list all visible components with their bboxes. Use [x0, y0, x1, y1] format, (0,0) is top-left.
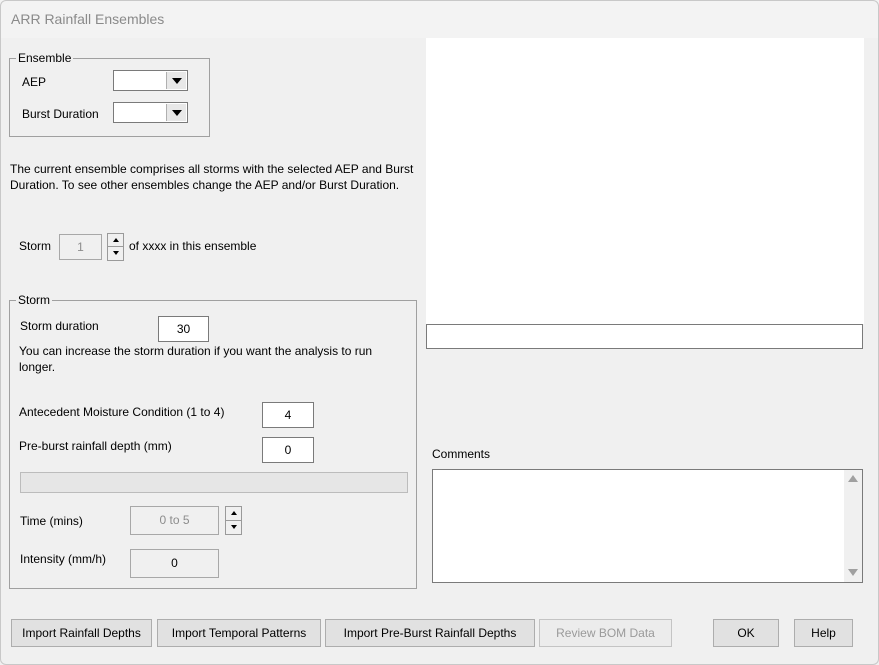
- import-rainfall-depths-button[interactable]: Import Rainfall Depths: [11, 619, 152, 647]
- burst-duration-dropdown[interactable]: [113, 102, 188, 123]
- amc-label: Antecedent Moisture Condition (1 to 4): [19, 405, 225, 419]
- chevron-down-icon[interactable]: [166, 104, 186, 121]
- comments-scrollbar[interactable]: [844, 470, 862, 582]
- time-spinner[interactable]: [225, 506, 242, 535]
- comments-textarea[interactable]: [432, 469, 863, 583]
- comments-label: Comments: [432, 447, 491, 461]
- storm-number-spinner[interactable]: [107, 233, 124, 261]
- intensity-field: 0: [130, 549, 219, 578]
- chart-caption-box: [426, 324, 863, 349]
- chevron-down-icon[interactable]: [166, 72, 186, 89]
- preburst-depth-label: Pre-burst rainfall depth (mm): [19, 439, 172, 453]
- spin-down-icon[interactable]: [226, 521, 241, 535]
- storm-duration-label: Storm duration: [20, 319, 99, 333]
- time-field[interactable]: 0 to 5: [130, 506, 219, 535]
- help-button[interactable]: Help: [794, 619, 853, 647]
- import-preburst-depths-button[interactable]: Import Pre-Burst Rainfall Depths: [325, 619, 535, 647]
- aep-dropdown[interactable]: [113, 70, 188, 91]
- burst-duration-label: Burst Duration: [22, 107, 99, 121]
- import-temporal-patterns-button[interactable]: Import Temporal Patterns: [157, 619, 321, 647]
- spin-up-icon[interactable]: [226, 507, 241, 521]
- intensity-label: Intensity (mm/h): [20, 552, 107, 566]
- ok-button[interactable]: OK: [713, 619, 779, 647]
- ensemble-legend: Ensemble: [18, 51, 72, 65]
- amc-input[interactable]: 4: [262, 402, 314, 428]
- storm-number-field[interactable]: 1: [59, 234, 102, 260]
- storm-duration-input[interactable]: 30: [158, 316, 209, 342]
- storm-duration-note: You can increase the storm duration if y…: [19, 344, 373, 374]
- window-title: ARR Rainfall Ensembles: [11, 11, 165, 27]
- storm-count-text: of xxxx in this ensemble: [129, 239, 257, 253]
- ensemble-info-text: The current ensemble comprises all storm…: [10, 162, 414, 192]
- preburst-depth-input[interactable]: 0: [262, 437, 314, 463]
- scroll-down-icon[interactable]: [844, 564, 862, 582]
- ensemble-group: Ensemble: [9, 51, 210, 137]
- spin-down-icon[interactable]: [108, 247, 123, 260]
- aep-label: AEP: [22, 75, 47, 89]
- storm-selector-label: Storm: [19, 239, 52, 253]
- storm-progress-bar: [20, 472, 408, 493]
- time-label: Time (mins): [20, 514, 83, 528]
- storm-legend: Storm: [18, 293, 51, 307]
- spin-up-icon[interactable]: [108, 234, 123, 247]
- scroll-up-icon[interactable]: [844, 470, 862, 488]
- rainfall-chart-area: [426, 38, 864, 324]
- review-bom-data-button: Review BOM Data: [539, 619, 672, 647]
